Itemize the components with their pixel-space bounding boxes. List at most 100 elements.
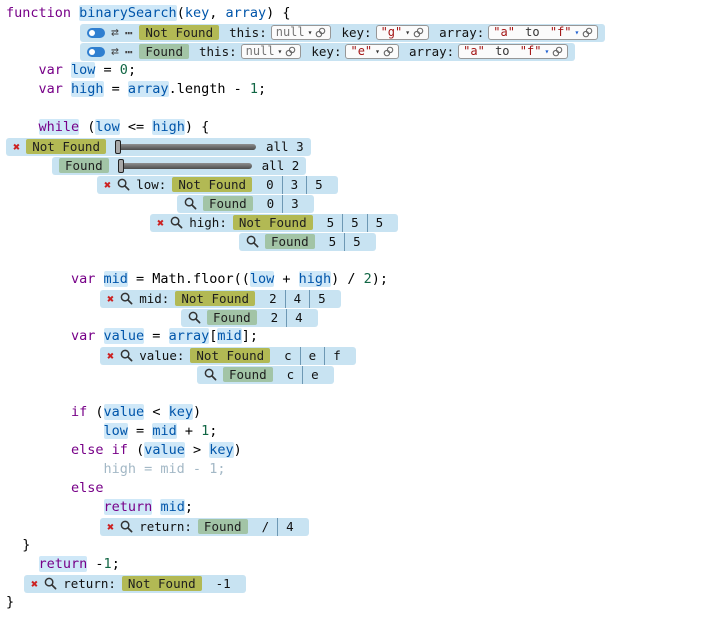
- trace-badge[interactable]: Not Found: [26, 139, 106, 154]
- field-label: this:: [229, 24, 267, 42]
- probe-value: 5: [309, 290, 334, 308]
- trace-badge[interactable]: Found: [59, 158, 109, 173]
- trace-count-widget: ✖Not Foundall 3: [6, 138, 311, 156]
- slider-handle[interactable]: [115, 140, 121, 154]
- probe-value: 4: [285, 290, 310, 308]
- slider-handle[interactable]: [118, 159, 124, 173]
- swap-arrows-icon[interactable]: ⇄: [111, 43, 119, 61]
- link-icon[interactable]: [383, 46, 394, 57]
- value-dropdown[interactable]: null▾: [241, 44, 302, 59]
- code-token: ;: [185, 499, 193, 515]
- trace-badge[interactable]: Not Found: [233, 215, 313, 230]
- code-token: >: [185, 442, 209, 458]
- probe-value: 0: [259, 195, 283, 213]
- probe-row: ✖high:Not Found555: [0, 213, 712, 232]
- probe-value: c: [279, 366, 303, 384]
- chevron-down-icon[interactable]: ▾: [575, 26, 580, 39]
- code-token: (: [128, 442, 144, 458]
- code-token: ): [193, 404, 201, 420]
- probe-label: value:: [139, 347, 184, 365]
- close-icon[interactable]: ✖: [107, 347, 114, 365]
- code-token: ];: [242, 328, 258, 344]
- value-dropdown[interactable]: null▾: [271, 25, 332, 40]
- probe-row: ✖value:Not Foundcef: [0, 346, 712, 365]
- dropdown-value: null: [246, 45, 275, 58]
- trace-badge[interactable]: Found: [223, 367, 273, 382]
- link-icon[interactable]: [315, 27, 326, 38]
- code-token: 1: [250, 81, 258, 97]
- close-icon[interactable]: ✖: [104, 176, 111, 194]
- link-icon[interactable]: [413, 27, 424, 38]
- trace-badge[interactable]: Not Found: [172, 177, 252, 192]
- trace-badge[interactable]: Not Found: [175, 291, 255, 306]
- close-icon[interactable]: ✖: [31, 575, 38, 593]
- probe-value: -1: [208, 575, 239, 593]
- link-icon[interactable]: [582, 27, 593, 38]
- code-token: mid: [160, 499, 184, 515]
- trace-badge[interactable]: Not Found: [122, 576, 202, 591]
- code-token: =: [95, 62, 119, 78]
- swap-arrows-icon[interactable]: ⇄: [111, 24, 119, 42]
- code-token: =: [104, 81, 128, 97]
- probe-value: 5: [367, 214, 392, 232]
- code-token: -: [87, 556, 103, 572]
- code-token: 2: [364, 271, 372, 287]
- code-token: +: [274, 271, 298, 287]
- code-token: ;: [258, 81, 266, 97]
- code-editor: function binarySearch(key, array) {⇄⋯Not…: [0, 4, 712, 612]
- value-dropdown[interactable]: "g"▾: [376, 25, 430, 40]
- code-token: ): [234, 442, 242, 458]
- chevron-down-icon[interactable]: ▾: [278, 45, 283, 58]
- trace-badge[interactable]: Found: [207, 310, 257, 325]
- close-icon[interactable]: ✖: [13, 138, 20, 156]
- code-line: }: [0, 593, 712, 612]
- value-dropdown[interactable]: "e"▾: [345, 44, 399, 59]
- call-field: array:"a" to "f"▾: [439, 24, 598, 42]
- trace-badge[interactable]: Not Found: [139, 25, 219, 40]
- trace-slider[interactable]: [116, 144, 256, 150]
- trace-slider[interactable]: [119, 163, 252, 169]
- trace-badge[interactable]: Not Found: [190, 348, 270, 363]
- value-dropdown[interactable]: "a" to "f"▾: [488, 25, 598, 40]
- code-token: array: [169, 328, 210, 344]
- probe-value: e: [300, 347, 325, 365]
- trace-badge[interactable]: Found: [203, 196, 253, 211]
- close-icon[interactable]: ✖: [107, 290, 114, 308]
- probe-widget: ✖high:Not Found555: [150, 214, 398, 232]
- code-token: low: [250, 271, 274, 287]
- probe-value: /: [254, 518, 278, 536]
- probe-values: 03: [259, 195, 307, 213]
- close-icon[interactable]: ✖: [107, 518, 114, 536]
- probe-widget: ✖return:Found/4: [100, 518, 309, 536]
- chevron-down-icon[interactable]: ▾: [308, 26, 313, 39]
- dropdown-value: "e": [350, 45, 372, 58]
- more-options-icon[interactable]: ⋯: [125, 24, 134, 42]
- more-options-icon[interactable]: ⋯: [125, 43, 134, 61]
- close-icon[interactable]: ✖: [157, 214, 164, 232]
- code-token: mid: [104, 271, 128, 287]
- chevron-down-icon[interactable]: ▾: [405, 26, 410, 39]
- link-icon[interactable]: [552, 46, 563, 57]
- trace-badge[interactable]: Found: [139, 44, 189, 59]
- code-token: low: [71, 62, 95, 78]
- probe-row: Found24: [0, 308, 712, 327]
- probe-values: /4: [254, 518, 302, 536]
- code-token: high: [71, 81, 104, 97]
- code-token: (: [177, 5, 185, 21]
- value-dropdown[interactable]: "a" to "f"▾: [458, 44, 568, 59]
- code-token: var: [39, 62, 72, 78]
- chevron-down-icon[interactable]: ▾: [375, 45, 380, 58]
- link-icon[interactable]: [285, 46, 296, 57]
- probe-value: 2: [261, 290, 285, 308]
- chevron-down-icon[interactable]: ▾: [544, 45, 549, 58]
- code-token: else: [71, 480, 104, 496]
- trace-badge[interactable]: Found: [265, 234, 315, 249]
- probe-values: 555: [319, 214, 392, 232]
- toggle-icon[interactable]: [87, 28, 105, 38]
- code-token: binarySearch: [79, 5, 177, 21]
- code-line: var value = array[mid];: [0, 327, 712, 346]
- toggle-icon[interactable]: [87, 47, 105, 57]
- call-row: ⇄⋯Not Foundthis:null▾key:"g"▾array:"a" t…: [0, 23, 712, 42]
- trace-badge[interactable]: Found: [198, 519, 248, 534]
- code-token: var: [71, 271, 104, 287]
